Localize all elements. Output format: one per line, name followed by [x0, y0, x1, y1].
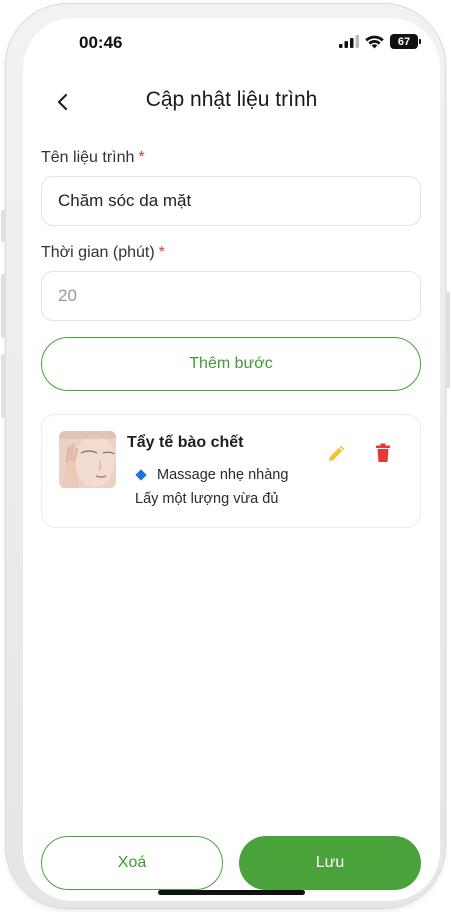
- volume-up-button: [1, 274, 6, 338]
- add-step-button[interactable]: Thêm bước: [41, 337, 421, 391]
- delete-label: Xoá: [117, 854, 147, 871]
- status-bar: 00:46 67: [23, 18, 440, 68]
- edit-step-button[interactable]: [325, 441, 349, 465]
- trash-icon: [376, 443, 390, 462]
- pencil-icon: [329, 445, 345, 461]
- mute-switch: [1, 210, 6, 242]
- home-indicator: [158, 890, 305, 895]
- step-description: Lấy một lượng vừa đủ: [135, 491, 279, 507]
- page-title: Cập nhật liệu trình: [145, 88, 318, 111]
- name-input[interactable]: Chăm sóc da mặt: [41, 176, 421, 226]
- delete-button[interactable]: Xoá: [41, 836, 223, 890]
- name-label-text: Tên liệu trình: [41, 149, 135, 166]
- duration-label-text: Thời gian (phút): [41, 244, 155, 261]
- step-thumbnail: [59, 431, 116, 488]
- delete-step-button[interactable]: [371, 441, 395, 465]
- step-subtitle-text: Massage nhẹ nhàng: [157, 467, 289, 483]
- duration-label: Thời gian (phút) *: [41, 244, 165, 262]
- status-time: 00:46: [79, 33, 123, 52]
- name-label: Tên liệu trình *: [41, 149, 145, 167]
- status-icons: 67: [339, 34, 421, 49]
- app-screen: 00:46 67 Cập nhật liệu trình Tên liệu tr…: [23, 18, 440, 901]
- required-mark: *: [158, 244, 165, 261]
- save-button[interactable]: Lưu: [239, 836, 421, 890]
- duration-input-placeholder: 20: [58, 286, 77, 305]
- phone-frame: 00:46 67 Cập nhật liệu trình Tên liệu tr…: [1, 4, 450, 908]
- add-step-label: Thêm bước: [189, 355, 273, 372]
- diamond-bullet-icon: [135, 469, 147, 481]
- step-card[interactable]: Tẩy tế bào chết Massage nhẹ nhàng Lấy mộ…: [41, 414, 421, 528]
- duration-input[interactable]: 20: [41, 271, 421, 321]
- volume-down-button: [1, 354, 6, 418]
- step-title: Tẩy tế bào chết: [127, 434, 244, 451]
- header: Cập nhật liệu trình: [23, 84, 440, 120]
- name-input-value: Chăm sóc da mặt: [58, 191, 192, 210]
- save-label: Lưu: [315, 854, 345, 871]
- battery-level: 67: [397, 35, 411, 48]
- signal-icon: [339, 35, 359, 48]
- wifi-icon: [365, 35, 384, 48]
- power-button: [445, 292, 450, 388]
- battery-icon: 67: [390, 34, 421, 49]
- step-subtitle: Massage nhẹ nhàng: [135, 467, 289, 483]
- face-image: [59, 431, 116, 488]
- required-mark: *: [138, 149, 145, 166]
